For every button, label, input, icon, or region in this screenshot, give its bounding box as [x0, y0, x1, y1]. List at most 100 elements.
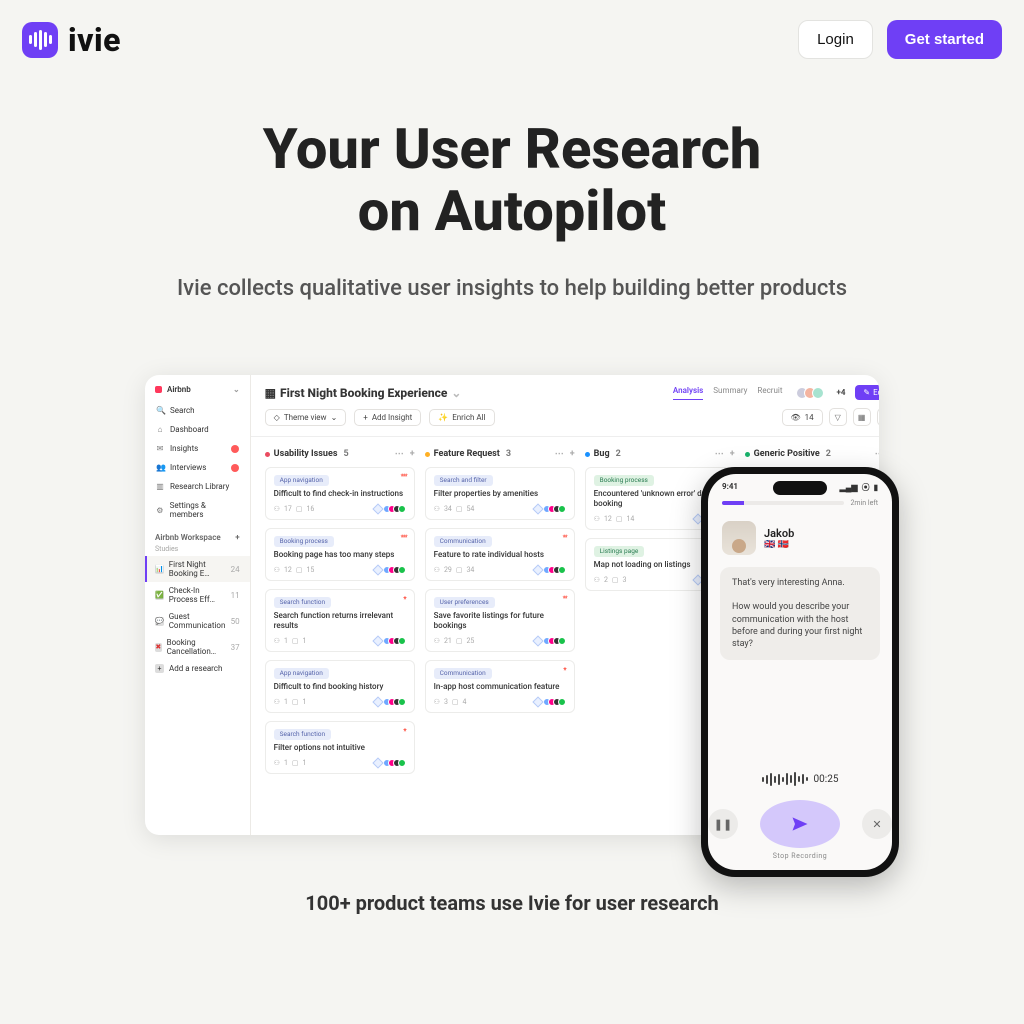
brand[interactable]: ivie	[22, 21, 121, 59]
insight-card[interactable]: *** Booking process Booking page has too…	[265, 528, 415, 581]
card-avatars	[546, 698, 566, 706]
social-proof: 100+ product teams use Ivie for user res…	[0, 891, 1024, 915]
tab-analysis[interactable]: Analysis	[673, 386, 703, 400]
sidebar-item-search[interactable]: 🔍Search	[151, 402, 244, 419]
pencil-icon: ✎	[863, 388, 870, 397]
eye-icon: 👁	[791, 413, 801, 422]
card-tag: App navigation	[274, 668, 329, 679]
send-button[interactable]	[760, 800, 840, 848]
card-avatars	[546, 637, 566, 645]
sidebar-item-library[interactable]: ▥Research Library	[151, 478, 244, 495]
add-insight-button[interactable]: +Add Insight	[354, 409, 421, 426]
insight-card[interactable]: *** App navigation Difficult to find che…	[265, 467, 415, 520]
card-tag: Communication	[434, 668, 492, 679]
column-header: Feature Request 3 ⋯ +	[425, 449, 575, 459]
card-tag: App navigation	[274, 475, 329, 486]
card-avatars	[546, 505, 566, 513]
sidebar-item-dashboard[interactable]: ⌂Dashboard	[151, 421, 244, 438]
signal-icon: ▂▄▆	[840, 483, 858, 492]
insight-card[interactable]: ** User preferences Save favorite listin…	[425, 589, 575, 652]
interviews-badge	[231, 464, 239, 472]
collaborator-overflow[interactable]: +4	[836, 388, 845, 397]
hero-subtitle: Ivie collects qualitative user insights …	[60, 276, 964, 301]
card-avatars	[386, 566, 406, 574]
hero-title-line1: Your User Research	[263, 116, 762, 182]
status-icon	[372, 697, 383, 708]
plus-icon[interactable]: +	[235, 533, 239, 542]
record-timer: 00:25	[814, 774, 839, 785]
message-bubble: That's very interesting Anna. How would …	[720, 567, 880, 660]
study-item[interactable]: 📊First Night Booking E…24	[145, 556, 250, 582]
column-feature: Feature Request 3 ⋯ + Search and filter …	[425, 449, 575, 823]
close-button[interactable]: ✕	[862, 809, 892, 839]
comment-icon: ▢	[296, 566, 303, 574]
insight-card[interactable]: App navigation Difficult to find booking…	[265, 660, 415, 713]
sidebar-item-interviews[interactable]: 👥Interviews	[151, 459, 244, 476]
column-menu[interactable]: ⋯	[875, 449, 879, 459]
sidebar-item-settings[interactable]: ⚙Settings & members	[151, 497, 244, 523]
visibility-count[interactable]: 👁14	[782, 409, 823, 426]
search-icon: 🔍	[156, 406, 164, 415]
column-usability: Usability Issues 5 ⋯ + *** App navigatio…	[265, 449, 415, 823]
card-avatars	[386, 698, 406, 706]
collaborator-avatars[interactable]	[800, 387, 824, 399]
comment-icon: ▢	[616, 515, 623, 523]
brand-name: ivie	[68, 21, 121, 59]
tab-recruit[interactable]: Recruit	[757, 386, 782, 400]
host-languages: 🇬🇧 🇳🇴	[764, 540, 794, 550]
column-menu[interactable]: ⋯	[395, 449, 404, 459]
workspace-switcher[interactable]: Airbnb ⌄	[145, 375, 250, 402]
card-tag: User preferences	[434, 597, 495, 608]
study-icon: ✖	[155, 643, 162, 652]
add-research[interactable]: +Add a research	[145, 660, 250, 677]
insights-badge	[231, 445, 239, 453]
column-add[interactable]: +	[410, 449, 415, 459]
column-header: Bug 2 ⋯ +	[585, 449, 735, 459]
study-icon: ✅	[155, 591, 164, 600]
pause-button[interactable]: ❚❚	[708, 809, 738, 839]
layout-button[interactable]: ▦	[853, 408, 871, 426]
product-screenshot: Airbnb ⌄ 🔍Search ⌂Dashboard ✉Insights 👥I…	[145, 375, 879, 835]
edit-button[interactable]: ✎Edit	[855, 385, 879, 400]
insight-card[interactable]: Search and filter Filter properties by a…	[425, 467, 575, 520]
view-selector[interactable]: ◇Theme view⌄	[265, 409, 347, 426]
card-tag: Booking process	[594, 475, 654, 486]
people-icon: ⚇	[594, 576, 600, 584]
insight-card[interactable]: * Communication In-app host communicatio…	[425, 660, 575, 713]
inbox-icon: ✉	[156, 444, 164, 453]
people-icon: ⚇	[434, 698, 440, 706]
column-add[interactable]: +	[570, 449, 575, 459]
brand-mark-icon	[22, 22, 58, 58]
status-icon	[532, 565, 543, 576]
filter-icon: ▽	[835, 413, 841, 422]
status-icon	[532, 504, 543, 515]
view-tabs: Analysis Summary Recruit	[673, 386, 783, 400]
column-menu[interactable]: ⋯	[555, 449, 564, 459]
enrich-all-button[interactable]: ✨Enrich All	[429, 409, 494, 426]
column-menu[interactable]: ⋯	[715, 449, 724, 459]
hero: Your User Research on Autopilot Ivie col…	[0, 69, 1024, 311]
card-title: Difficult to find check-in instructions	[274, 489, 406, 499]
insight-card[interactable]: ** Communication Feature to rate individ…	[425, 528, 575, 581]
login-button[interactable]: Login	[798, 20, 873, 59]
study-item[interactable]: ✖Booking Cancellation…37	[145, 634, 250, 660]
comment-icon: ▢	[612, 576, 619, 584]
card-tag: Listings page	[594, 546, 645, 557]
study-item[interactable]: ✅Check-In Process Eff…11	[145, 582, 250, 608]
search-button[interactable]: 🔍	[877, 408, 879, 426]
sidebar-item-insights[interactable]: ✉Insights	[151, 440, 244, 457]
insight-card[interactable]: * Search function Filter options not int…	[265, 721, 415, 774]
get-started-button[interactable]: Get started	[887, 20, 1002, 59]
chevron-down-icon[interactable]: ⌄	[451, 386, 461, 400]
column-add[interactable]: +	[730, 449, 735, 459]
filter-button[interactable]: ▽	[829, 408, 847, 426]
tab-summary[interactable]: Summary	[713, 386, 747, 400]
study-item[interactable]: 💬Guest Communication50	[145, 608, 250, 634]
gear-icon: ⚙	[156, 506, 164, 515]
comment-icon: ▢	[456, 505, 463, 513]
card-tag: Search function	[274, 597, 331, 608]
home-icon: ⌂	[156, 425, 164, 434]
send-icon	[790, 814, 810, 834]
insight-card[interactable]: * Search function Search function return…	[265, 589, 415, 652]
comment-icon: ▢	[296, 505, 303, 513]
